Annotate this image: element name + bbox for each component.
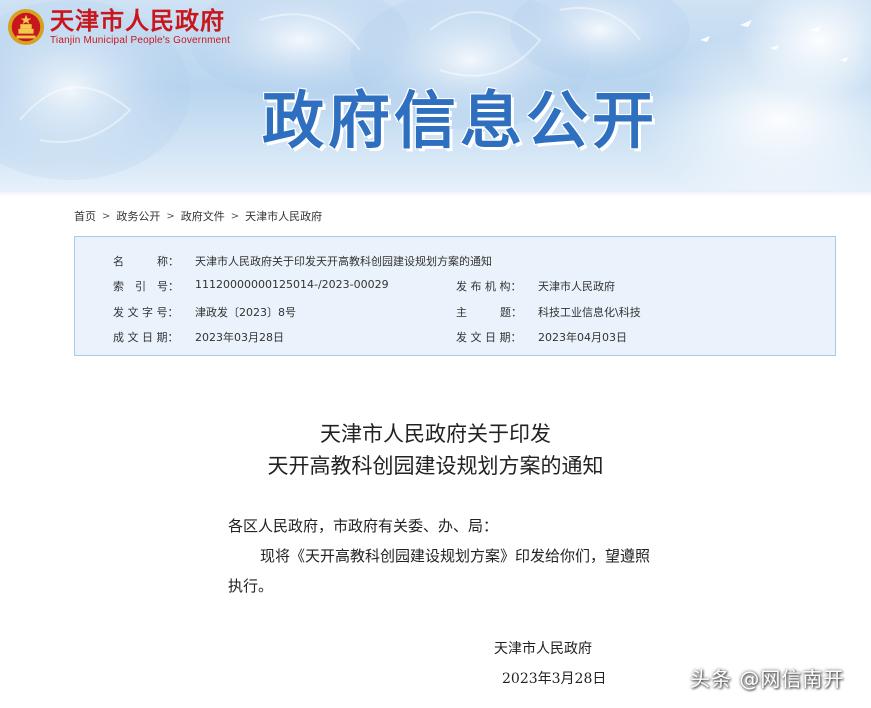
issuer-value: 天津市人民政府 [538,280,615,293]
breadcrumb: 首页 > 政务公开 > 政府文件 > 天津市人民政府 [74,208,322,224]
signature-date: 2023年3月28日 [502,671,607,687]
name-value: 天津市人民政府关于印发天开高教科创园建设规划方案的通知 [195,255,492,268]
breadcrumb-separator: > [166,210,175,222]
document-info-box: 名 称： 天津市人民政府关于印发天开高教科创园建设规划方案的通知 索 引 号： … [74,236,836,356]
created-date-value: 2023年03月28日 [195,331,284,344]
breadcrumb-municipal-government[interactable]: 天津市人民政府 [245,208,322,224]
breadcrumb-gov-documents[interactable]: 政府文件 [181,208,225,224]
index-value: 11120000000125014-/2023-00029 [195,278,389,291]
header-banner: 天津市人民政府 Tianjin Municipal People's Gover… [0,0,871,196]
breadcrumb-separator: > [230,210,240,222]
body-line-2: 执行。 [228,577,274,595]
topic-label: 主 题： [456,306,522,319]
document-title-line-1: 天津市人民政府关于印发 [320,422,551,446]
index-label: 索 引 号： [113,280,179,293]
issuer-label: 发 布 机 构： [456,280,522,293]
site-name-en: Tianjin Municipal People's Government [50,35,231,46]
created-date-label: 成 文 日 期： [113,331,179,344]
body-line-1: 现将《天开高教科创园建设规划方案》印发给你们，望遵照 [260,547,651,565]
published-date-label: 发 文 日 期： [456,331,522,344]
document-title-line-2: 天开高教科创园建设规划方案的通知 [267,454,604,478]
published-date-value: 2023年04月03日 [538,331,627,344]
salutation: 各区人民政府，市政府有关委、办、局： [228,517,499,535]
breadcrumb-public-affairs[interactable]: 政务公开 [116,208,160,224]
breadcrumb-separator: > [102,210,111,222]
topic-value: 科技工业信息化\科技 [538,306,641,319]
national-emblem-icon [7,8,45,45]
banner-title: 政府信息公开 [262,84,659,157]
name-label: 名 称： [113,255,179,268]
site-logo[interactable]: 天津市人民政府 Tianjin Municipal People's Gover… [7,7,230,46]
signature-issuer: 天津市人民政府 [494,641,592,657]
banner-divider [0,190,871,196]
doc-number-value: 津政发〔2023〕8号 [195,306,296,319]
site-name-cn: 天津市人民政府 [50,7,225,35]
breadcrumb-home[interactable]: 首页 [74,208,96,224]
source-watermark: 头条 @网信南开 [690,667,845,691]
doc-number-label: 发 文 字 号： [113,306,179,319]
